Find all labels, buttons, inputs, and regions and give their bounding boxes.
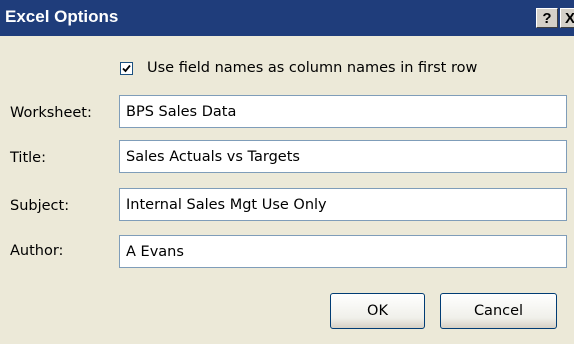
title-input[interactable] (119, 140, 567, 173)
author-label: Author: (10, 243, 64, 259)
worksheet-label: Worksheet: (10, 105, 92, 121)
ok-button[interactable]: OK (330, 293, 425, 329)
excel-options-dialog: Excel Options ? X Use field names as col… (0, 0, 574, 344)
use-field-names-checkbox[interactable] (120, 62, 133, 75)
help-button[interactable]: ? (536, 8, 558, 28)
worksheet-input[interactable] (119, 95, 567, 128)
title-label: Title: (10, 150, 46, 166)
author-input[interactable] (119, 235, 567, 268)
close-button[interactable]: X (560, 8, 574, 28)
subject-label: Subject: (10, 198, 70, 214)
title-bar: Excel Options ? X (0, 0, 574, 36)
cancel-button[interactable]: Cancel (440, 293, 557, 329)
subject-input[interactable] (119, 188, 567, 221)
window-title: Excel Options (5, 7, 119, 26)
checkmark-icon (122, 64, 131, 73)
use-field-names-label: Use field names as column names in first… (147, 60, 478, 76)
